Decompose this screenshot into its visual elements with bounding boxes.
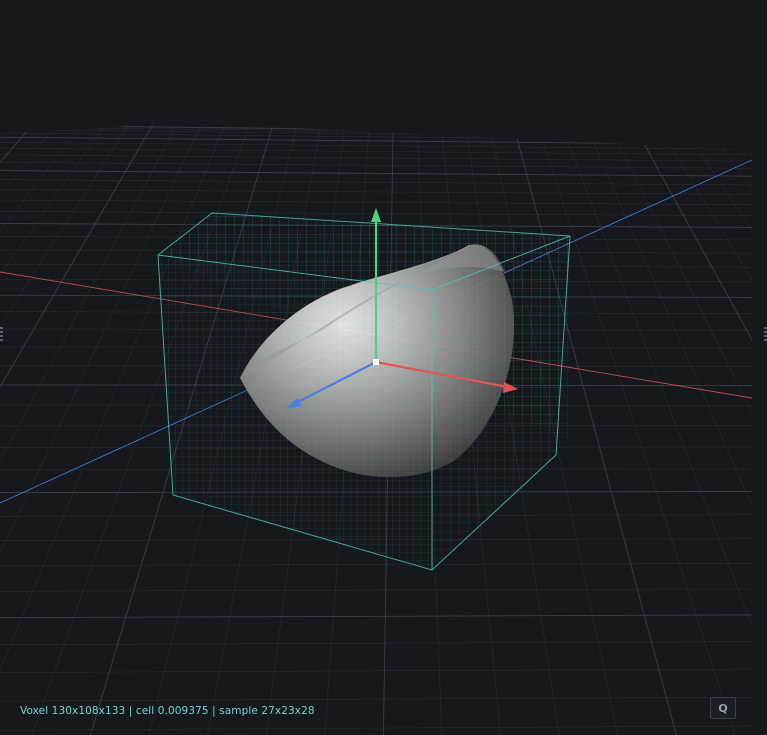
grid-line xyxy=(0,124,105,735)
grid-line xyxy=(585,124,752,735)
grid-line xyxy=(0,124,9,735)
quality-button[interactable]: Q xyxy=(710,697,736,719)
grid-line xyxy=(0,179,752,186)
grid-line xyxy=(561,124,752,735)
grid-line xyxy=(0,696,752,702)
grid-line xyxy=(754,125,767,735)
grid-line xyxy=(0,129,752,138)
resize-handle-left-icon[interactable] xyxy=(0,327,3,341)
grid-line xyxy=(0,614,752,619)
grid-line xyxy=(0,125,752,135)
grid-line xyxy=(657,124,752,735)
grid-line xyxy=(0,563,752,566)
grid-line xyxy=(0,142,752,150)
grid-line xyxy=(0,124,154,735)
grid-line xyxy=(0,668,752,673)
grid-line xyxy=(0,199,752,205)
status-bar-text: Voxel 130x108x133 | cell 0.009375 | samp… xyxy=(20,705,315,717)
grid-line xyxy=(0,124,177,735)
grid-line xyxy=(681,124,752,735)
grid-line xyxy=(0,154,752,162)
grid-line xyxy=(705,124,752,735)
grid-line xyxy=(0,170,752,177)
grid-line xyxy=(0,132,752,141)
grid-line xyxy=(0,588,752,592)
3d-viewport[interactable]: Voxel 130x108x133 | cell 0.009375 | samp… xyxy=(0,0,767,735)
grid-line xyxy=(0,147,752,156)
grid-line xyxy=(0,162,752,169)
grid-line xyxy=(633,124,752,735)
grid-line xyxy=(0,725,752,731)
grid-line xyxy=(0,124,57,735)
grid-line xyxy=(609,124,752,735)
grid-line xyxy=(729,124,752,735)
grid-line xyxy=(0,124,81,735)
scene-canvas[interactable] xyxy=(0,0,767,735)
grid-line xyxy=(0,641,752,646)
grid-line xyxy=(0,124,752,135)
